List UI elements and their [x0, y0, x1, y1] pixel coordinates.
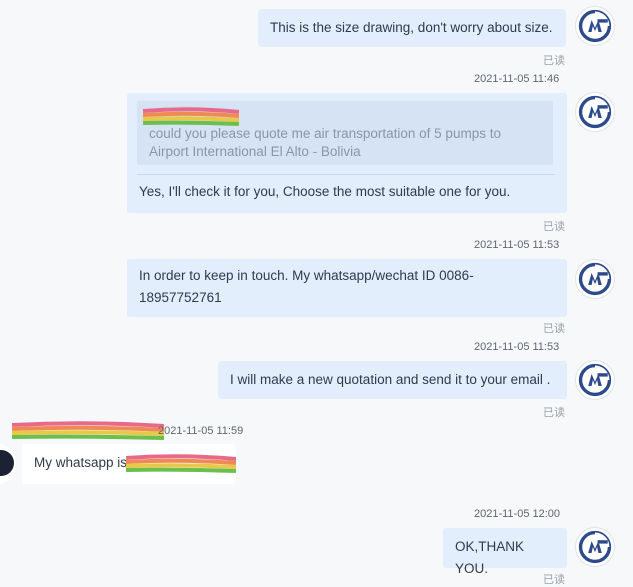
message-text: My whatsapp is: [34, 455, 128, 470]
quote-divider: [137, 174, 555, 175]
company-logo-icon: [578, 262, 612, 296]
message-timestamp: 2021-11-05 11:53: [474, 341, 560, 353]
message-text: I will make a new quotation and send it …: [230, 372, 551, 387]
read-status: 已读: [543, 221, 565, 233]
company-logo-icon: [578, 95, 612, 129]
agent-avatar[interactable]: [575, 259, 615, 299]
message-bubble: My whatsapp is: [22, 444, 236, 484]
read-status: 已读: [543, 574, 565, 586]
agent-avatar[interactable]: [575, 92, 615, 132]
message-bubble: In order to keep in touch. My whatsapp/w…: [127, 259, 567, 317]
agent-avatar[interactable]: [575, 360, 615, 400]
read-status: 已读: [543, 323, 565, 335]
quoted-message[interactable]: could you please quote me air transporta…: [137, 101, 553, 165]
message-timestamp: 2021-11-05 11:53: [474, 239, 560, 251]
avatar: [0, 450, 14, 476]
message-bubble: I will make a new quotation and send it …: [218, 361, 567, 399]
message-text: OK,THANK YOU.: [455, 539, 525, 576]
message-text: In order to keep in touch. My whatsapp/w…: [139, 268, 474, 305]
message-text: Yes, I'll check it for you, Choose the m…: [139, 184, 511, 199]
read-status: 已读: [543, 407, 565, 419]
redaction-scribble: [12, 421, 164, 441]
customer-avatar[interactable]: [0, 444, 16, 484]
message-timestamp: 2021-11-05 12:00: [474, 508, 561, 520]
message-text: This is the size drawing, don't worry ab…: [270, 20, 553, 35]
redaction-scribble: [126, 454, 236, 474]
read-status: 已读: [543, 55, 565, 67]
company-logo-icon: [578, 9, 612, 43]
message-bubble: OK,THANK YOU.: [443, 528, 567, 576]
message-timestamp: 2021-11-05 11:59: [158, 425, 244, 437]
agent-avatar[interactable]: [575, 6, 615, 46]
message-bubble: This is the size drawing, don't worry ab…: [258, 9, 566, 47]
company-logo-icon: [578, 530, 612, 564]
message-bubble-with-quote: could you please quote me air transporta…: [127, 93, 567, 213]
redaction-scribble: [143, 107, 239, 127]
agent-avatar[interactable]: [575, 527, 615, 567]
message-timestamp: 2021-11-05 11:46: [474, 73, 560, 85]
company-logo-icon: [578, 363, 612, 397]
quoted-text: could you please quote me air transporta…: [149, 126, 501, 159]
